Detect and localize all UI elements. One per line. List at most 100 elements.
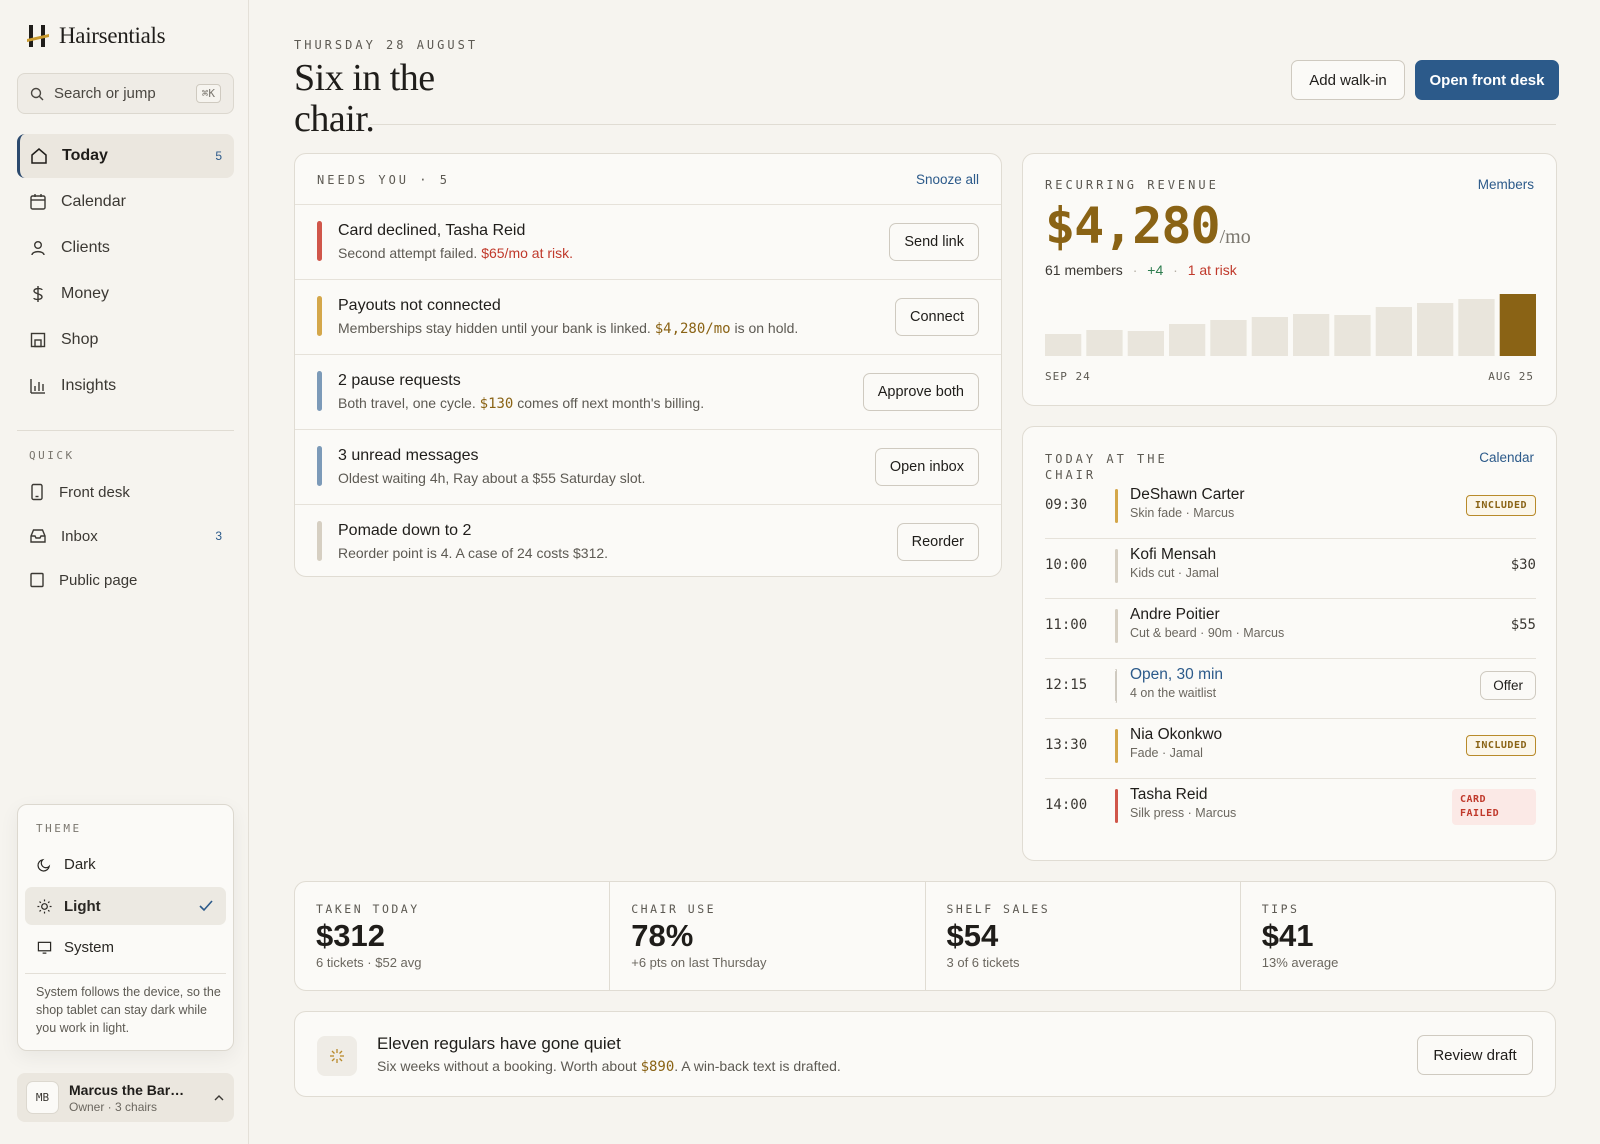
theme-option-label: Dark: [64, 855, 96, 873]
priority-bar: [317, 221, 322, 261]
stat-value: $312: [316, 918, 385, 953]
members-link[interactable]: Members: [1478, 177, 1534, 192]
theme-option-light[interactable]: Light: [25, 887, 226, 925]
needs-item-title: Payouts not connected: [338, 297, 501, 314]
member-count: 61 members: [1045, 262, 1123, 278]
sidebar-item-label: Clients: [61, 239, 110, 256]
appointment-time: 10:00: [1045, 557, 1088, 573]
appointment-time: 13:30: [1045, 737, 1088, 753]
user-info: Marcus the Barb... Owner · 3 chairs: [69, 1082, 189, 1114]
needs-item-subtitle: Oldest waiting 4h, Ray about a $55 Satur…: [338, 470, 645, 487]
user-name: Marcus the Barb...: [69, 1081, 189, 1098]
stat-label: TAKEN TODAY: [316, 902, 420, 916]
quiet-amount: $890: [640, 1059, 675, 1075]
sidebar-item-calendar[interactable]: Calendar: [17, 180, 234, 224]
quiet-regulars-card: Eleven regulars have gone quiet Six week…: [294, 1011, 1556, 1097]
monitor-icon: [37, 941, 52, 954]
appointment-row[interactable]: 11:00 Andre Poitier Cut & beard · 90m · Ma…: [1045, 599, 1536, 659]
snooze-all-link[interactable]: Snooze all: [916, 172, 979, 187]
needs-sub-highlight: $4,280/mo: [654, 321, 731, 337]
included-badge: INCLUDED: [1465, 735, 1536, 756]
appointment-name: DeShawn Carter: [1130, 486, 1245, 503]
revenue-bar-feb: [1251, 317, 1288, 356]
quiet-sub-post: . A win-back text is drafted.: [674, 1058, 841, 1074]
appointment-row[interactable]: 12:15 Open, 30 min 4 on the waitlist Offer: [1045, 659, 1536, 719]
stat-note: 6 tickets · $52 avg: [316, 955, 422, 970]
theme-option-label: System: [64, 938, 115, 956]
needs-item-title: Pomade down to 2: [338, 522, 472, 539]
sidebar-item-public-page[interactable]: Public page: [17, 559, 234, 601]
appointment-time: 11:00: [1045, 617, 1088, 633]
inbox-icon: [30, 529, 46, 543]
calendar-icon: [30, 194, 46, 210]
needs-action-button[interactable]: Send link: [889, 223, 979, 261]
needs-item: Payouts not connected Memberships stay hi…: [295, 279, 1001, 354]
sparkle-icon: [317, 1036, 357, 1076]
offer-button[interactable]: Offer: [1480, 671, 1536, 700]
theme-option-label: Light: [64, 897, 101, 915]
appointment-row[interactable]: 14:00 Tasha Reid Silk press · Marcus CARD F…: [1045, 779, 1536, 839]
revenue-bar-nov: [1127, 331, 1164, 356]
sidebar-item-label: Money: [61, 285, 110, 302]
calendar-link[interactable]: Calendar: [1479, 450, 1534, 465]
needs-sub-pre: Both travel, one cycle.: [338, 395, 480, 411]
needs-action-button[interactable]: Connect: [894, 298, 979, 336]
sidebar-item-front-desk[interactable]: Front desk: [17, 471, 234, 513]
stat-label: CHAIR USE: [631, 902, 717, 916]
add-walk-in-button[interactable]: Add walk-in: [1291, 60, 1405, 100]
open-front-desk-button[interactable]: Open front desk: [1415, 60, 1559, 100]
needs-action-button[interactable]: Open inbox: [874, 448, 979, 486]
appointment-status-bar: [1115, 549, 1118, 583]
brand[interactable]: Hairsentials: [27, 22, 166, 50]
appointment-price: $30: [1510, 557, 1536, 573]
home-icon: [31, 148, 47, 164]
quiet-sub-pre: Six weeks without a booking. Worth about: [377, 1058, 641, 1074]
revenue-bar-chart: [1045, 294, 1536, 356]
sidebar-item-label: Front desk: [59, 483, 130, 501]
chevron-up-icon: [214, 1094, 224, 1100]
revenue-bar-jun: [1417, 303, 1454, 356]
sidebar-divider: [17, 430, 234, 431]
sidebar-item-label: Insights: [61, 377, 117, 394]
needs-sub-post: is on hold.: [730, 320, 799, 336]
theme-option-system[interactable]: System: [25, 928, 226, 966]
card-failed-badge: CARD FAILED: [1452, 789, 1536, 825]
sidebar-item-shop[interactable]: Shop: [17, 318, 234, 362]
appointment-detail: Kids cut · Jamal: [1130, 566, 1219, 580]
revenue-title: RECURRING REVENUE: [1045, 178, 1219, 192]
page-icon: [30, 572, 44, 588]
theme-note: System follows the device, so the shop t…: [36, 985, 221, 1035]
needs-item: Pomade down to 2 Reorder point is 4. A ca…: [295, 504, 1001, 576]
appointment-row[interactable]: 09:30 DeShawn Carter Skin fade · Marcus INC…: [1045, 479, 1536, 539]
review-draft-button[interactable]: Review draft: [1417, 1035, 1533, 1075]
stat-value: $41: [1261, 918, 1314, 953]
sidebar-item-money[interactable]: Money: [17, 272, 234, 316]
stat-tile: TIPS $41 13% average: [1241, 882, 1555, 990]
appointment-row[interactable]: 13:30 Nia Okonkwo Fade · Jamal INCLUDED: [1045, 719, 1536, 779]
stat-tile: TAKEN TODAY $312 6 tickets · $52 avg: [295, 882, 611, 990]
logo-icon: [27, 25, 49, 47]
user-menu[interactable]: MB Marcus the Barb... Owner · 3 chairs: [17, 1073, 234, 1122]
needs-action-button[interactable]: Reorder: [896, 523, 979, 561]
needs-item-title: Card declined, Tasha Reid: [338, 222, 526, 239]
appointment-row[interactable]: 10:00 Kofi Mensah Kids cut · Jamal $30: [1045, 539, 1536, 599]
avatar: MB: [26, 1081, 59, 1114]
today-at-chair-card: TODAY AT THE CHAIR Calendar 09:30 DeShawn…: [1022, 426, 1557, 861]
needs-sub-highlight: $65/mo at risk.: [481, 245, 574, 261]
appointment-right: CARD FAILED: [1452, 789, 1536, 825]
sidebar-item-today[interactable]: Today 5: [17, 134, 234, 178]
stat-tile: CHAIR USE 78% +6 pts on last Thursday: [610, 882, 926, 990]
needs-action-button[interactable]: Approve both: [862, 373, 979, 411]
sidebar-item-inbox[interactable]: Inbox 3: [17, 515, 234, 557]
search-placeholder: Search or jump: [54, 85, 156, 102]
revenue-bar-may: [1375, 307, 1412, 356]
sidebar-item-insights[interactable]: Insights: [17, 364, 234, 408]
appointment-detail: Silk press · Marcus: [1130, 806, 1237, 820]
members-at-risk: 1 at risk: [1187, 262, 1237, 278]
search-input[interactable]: Search or jump ⌘K: [17, 73, 234, 114]
priority-bar: [317, 371, 322, 411]
theme-option-dark[interactable]: Dark: [25, 845, 226, 883]
needs-sub-post: comes off next month's billing.: [513, 395, 705, 411]
sidebar-item-clients[interactable]: Clients: [17, 226, 234, 270]
revenue-bar-jul: [1458, 299, 1495, 356]
